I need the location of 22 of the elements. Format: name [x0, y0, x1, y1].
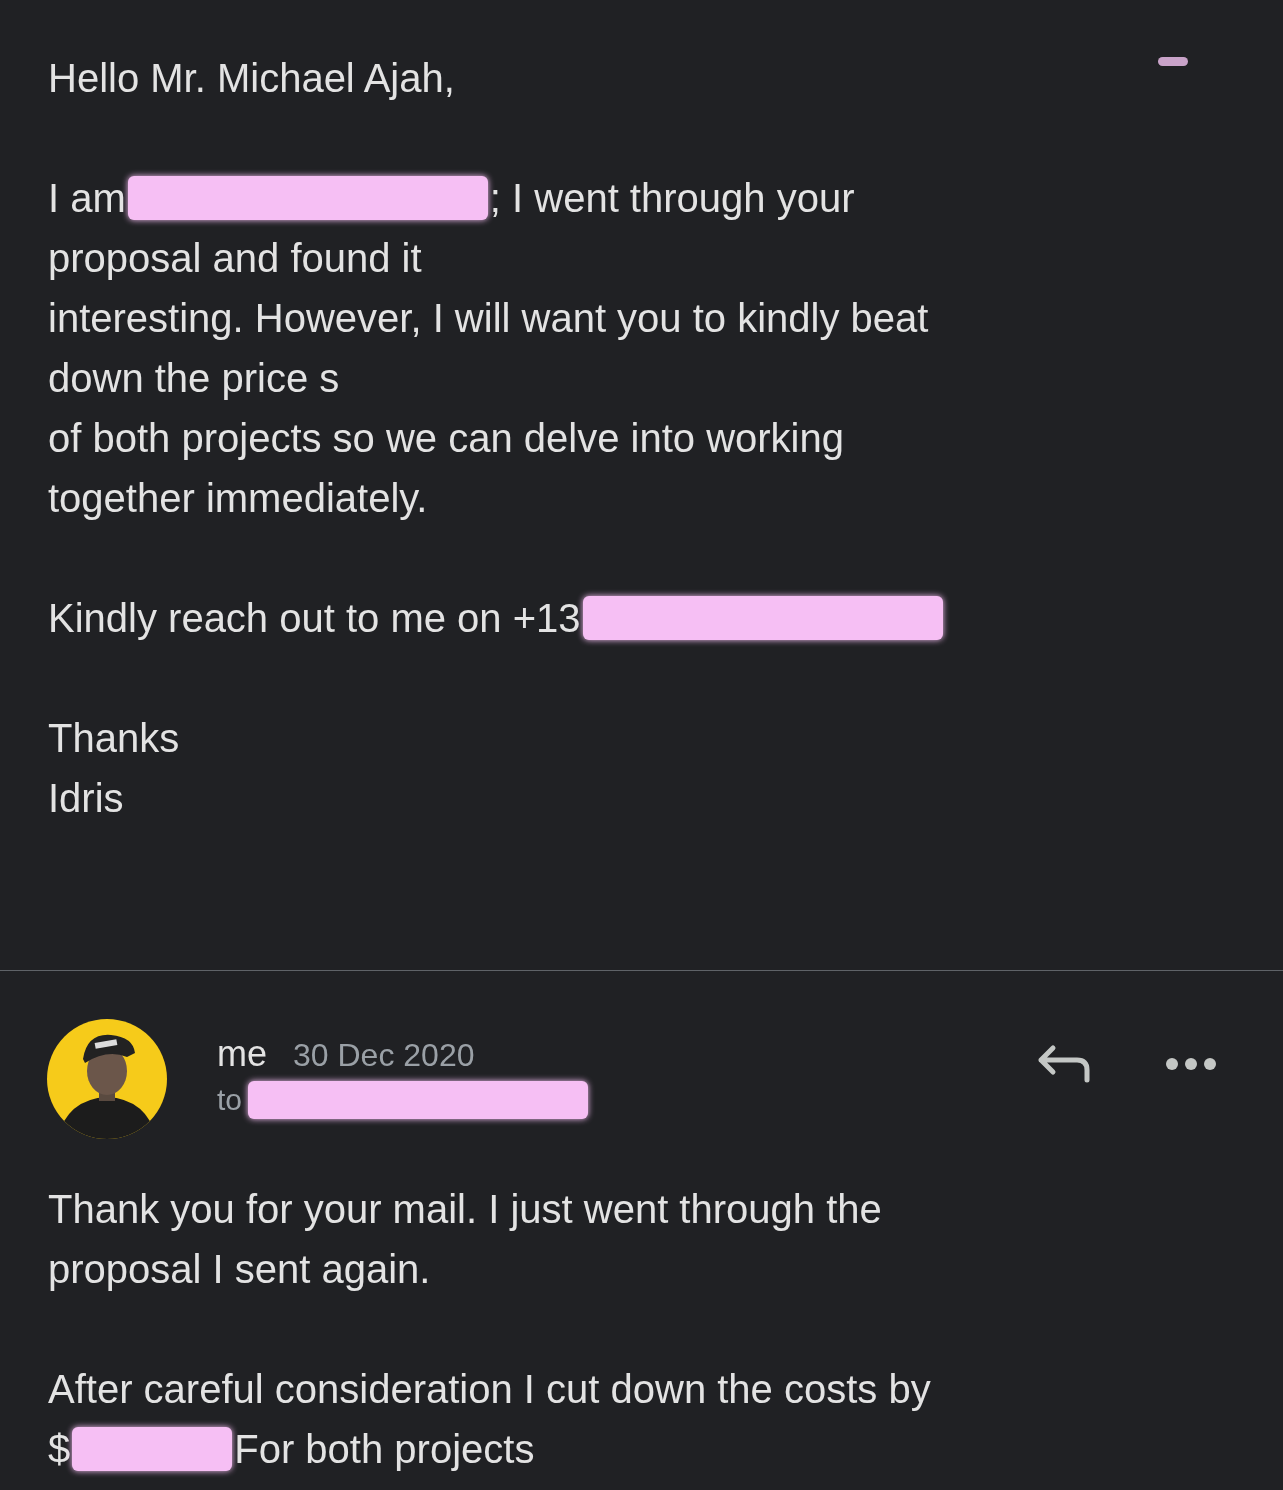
message-text: Kindly reach out to me on +13 [48, 595, 581, 642]
message-text: proposal and found it [48, 235, 422, 282]
message-text: Hello Mr. Michael Ajah, [48, 55, 455, 102]
recipient-label: to [217, 1083, 243, 1117]
message-text: For both projects [234, 1426, 535, 1473]
message-text: proposal I sent again. [48, 1246, 431, 1293]
message-text: of both projects so we can delve into working [48, 415, 844, 462]
date-text: 30 Dec 2020 [293, 1037, 475, 1074]
message-text: $ [48, 1426, 71, 1473]
message-text: I am [48, 175, 126, 222]
message-text: After careful consideration I cut down the costs by [48, 1366, 931, 1413]
message-text: Thank you for your mail. I just went through the [48, 1186, 882, 1233]
sender-name: me [217, 1033, 267, 1075]
message-text: down the price s [48, 355, 340, 402]
message-text: Idris [48, 775, 124, 822]
more-icon[interactable] [1165, 1057, 1217, 1071]
message-text: interesting. However, I will want you to kindly beat [48, 295, 929, 342]
message-text: Thanks [48, 715, 180, 762]
message-text: ; I went through your [489, 175, 855, 222]
reply-icon[interactable] [1037, 1044, 1093, 1084]
scroll-indicator [1158, 57, 1188, 66]
message-text: together immediately. [48, 475, 428, 522]
